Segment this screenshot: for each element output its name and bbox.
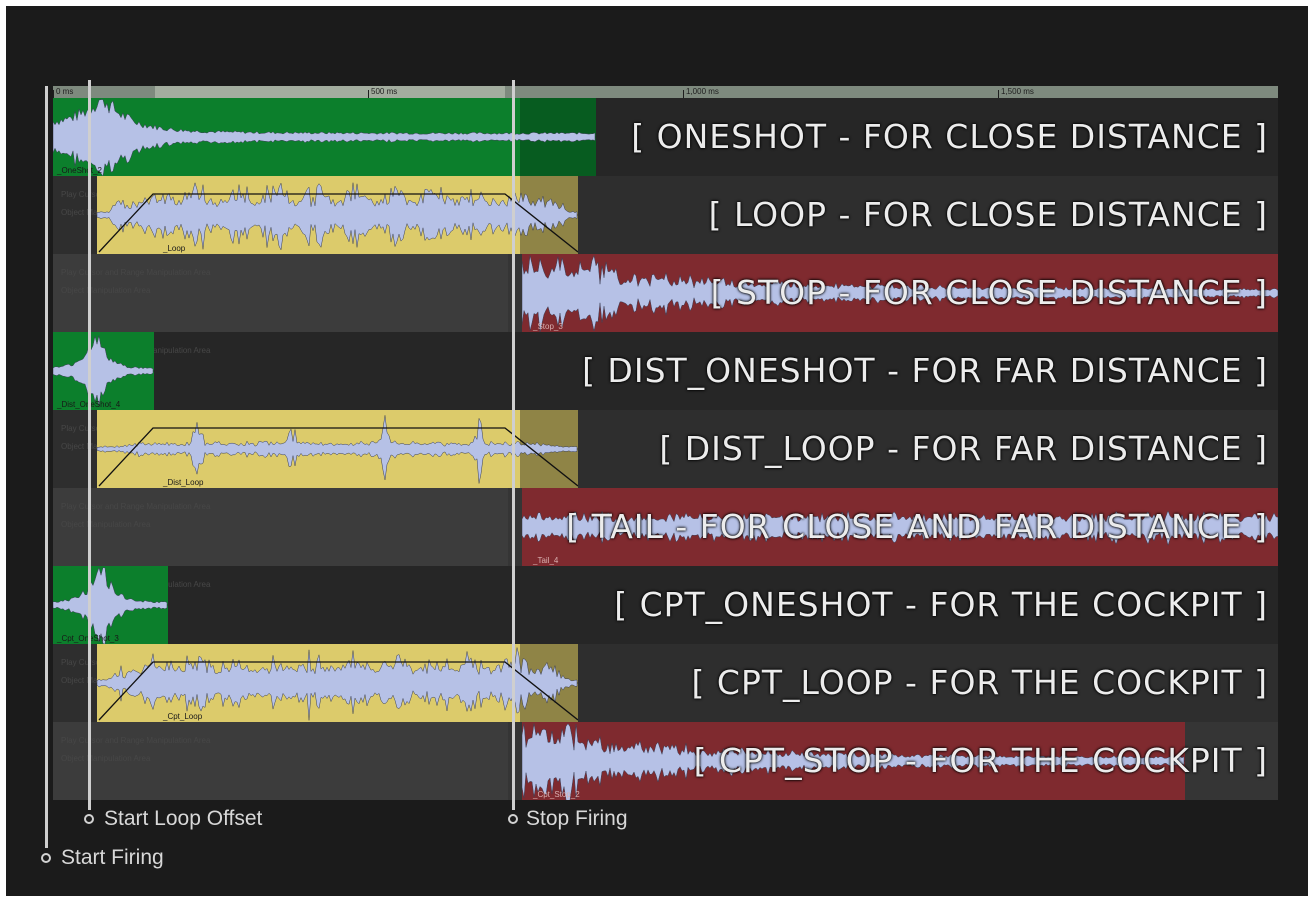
track-stop[interactable]: Play Cursor and Range Manipulation Area … xyxy=(53,254,1278,332)
clip-name: _Cpt_Loop xyxy=(163,712,203,721)
clip-cpt-loop[interactable]: _Cpt_Loop xyxy=(97,644,578,722)
clip-loop[interactable]: _Loop xyxy=(97,176,578,254)
clip-name: _Dist_Loop xyxy=(163,478,204,487)
waveform xyxy=(53,335,154,407)
fade-envelope[interactable] xyxy=(97,176,578,254)
track-cpt-loop[interactable]: Play Cursor and Range Manipulation Area … xyxy=(53,644,1278,722)
start-loop-offset-line[interactable] xyxy=(88,80,91,810)
waveform xyxy=(53,566,168,644)
track-cpt-oneshot[interactable]: Play Cursor and Range Manipulation Area … xyxy=(53,566,1278,644)
object-area-hint: Object Manipulation Area xyxy=(61,754,151,763)
play-cursor-hint: Play Cursor and Range Manipulation Area xyxy=(61,502,211,511)
track-title: [ STOP - FOR CLOSE DISTANCE ] xyxy=(710,273,1268,312)
track-title: [ DIST_ONESHOT - FOR FAR DISTANCE ] xyxy=(582,351,1268,390)
stop-firing-handle[interactable] xyxy=(508,814,518,824)
stop-firing-label: Stop Firing xyxy=(526,807,628,830)
track-title: [ TAIL - FOR CLOSE AND FAR DISTANCE ] xyxy=(566,507,1268,546)
fade-envelope[interactable] xyxy=(97,644,578,722)
track-cpt-stop[interactable]: Play Cursor and Range Manipulation Area … xyxy=(53,722,1278,800)
timeline-figure: 0 ms 500 ms 1,000 ms 1,500 ms _OneShot_2… xyxy=(6,6,1308,896)
track-dist-oneshot[interactable]: Play Cursor and Range Manipulation Area … xyxy=(53,332,1278,410)
track-loop[interactable]: Play Cursor and Range Manipulation Area … xyxy=(53,176,1278,254)
clip-name: _Cpt_Stop_2 xyxy=(533,790,580,799)
track-tail[interactable]: Play Cursor and Range Manipulation Area … xyxy=(53,488,1278,566)
ruler-tick-0: 0 ms xyxy=(53,86,73,98)
track-title: [ CPT_STOP - FOR THE COCKPIT ] xyxy=(693,741,1268,780)
play-cursor-hint: Play Cursor and Range Manipulation Area xyxy=(61,268,211,277)
track-title: [ DIST_LOOP - FOR FAR DISTANCE ] xyxy=(659,429,1268,468)
fade-envelope[interactable] xyxy=(97,410,578,488)
clip-dist-loop[interactable]: _Dist_Loop xyxy=(97,410,578,488)
ruler-selection-range xyxy=(155,86,505,98)
clip-name: _Tail_4 xyxy=(533,556,559,565)
start-loop-offset-label: Start Loop Offset xyxy=(104,807,263,830)
start-firing-label: Start Firing xyxy=(61,846,164,869)
track-list: _OneShot_2 [ ONESHOT - FOR CLOSE DISTANC… xyxy=(53,98,1278,800)
start-firing-handle[interactable] xyxy=(41,853,51,863)
clip-name: _OneShot_2 xyxy=(57,166,102,175)
track-oneshot[interactable]: _OneShot_2 [ ONESHOT - FOR CLOSE DISTANC… xyxy=(53,98,1278,176)
track-title: [ CPT_ONESHOT - FOR THE COCKPIT ] xyxy=(614,585,1268,624)
ruler-tick-500: 500 ms xyxy=(368,86,397,98)
start-loop-offset-handle[interactable] xyxy=(84,814,94,824)
clip-dist-oneshot[interactable]: _Dist_OneShot_4 xyxy=(53,332,154,410)
stop-firing-line[interactable] xyxy=(512,80,515,810)
track-title: [ CPT_LOOP - FOR THE COCKPIT ] xyxy=(691,663,1268,702)
track-title: [ LOOP - FOR CLOSE DISTANCE ] xyxy=(708,195,1268,234)
object-area-hint: Object Manipulation Area xyxy=(61,286,151,295)
play-cursor-hint: Play Cursor and Range Manipulation Area xyxy=(61,736,211,745)
clip-cpt-oneshot[interactable]: _Cpt_OneShot_3 xyxy=(53,566,168,644)
time-ruler[interactable]: 0 ms 500 ms 1,000 ms 1,500 ms xyxy=(53,86,1278,98)
track-title: [ ONESHOT - FOR CLOSE DISTANCE ] xyxy=(631,117,1268,156)
track-dist-loop[interactable]: Play Cursor and Range Manipulation Area … xyxy=(53,410,1278,488)
ruler-tick-1000: 1,000 ms xyxy=(683,86,719,98)
clip-name: _Stop_3 xyxy=(533,322,563,331)
start-firing-line[interactable] xyxy=(45,86,48,848)
object-area-hint: Object Manipulation Area xyxy=(61,520,151,529)
clip-name: _Loop xyxy=(163,244,186,253)
ruler-tick-1500: 1,500 ms xyxy=(998,86,1034,98)
